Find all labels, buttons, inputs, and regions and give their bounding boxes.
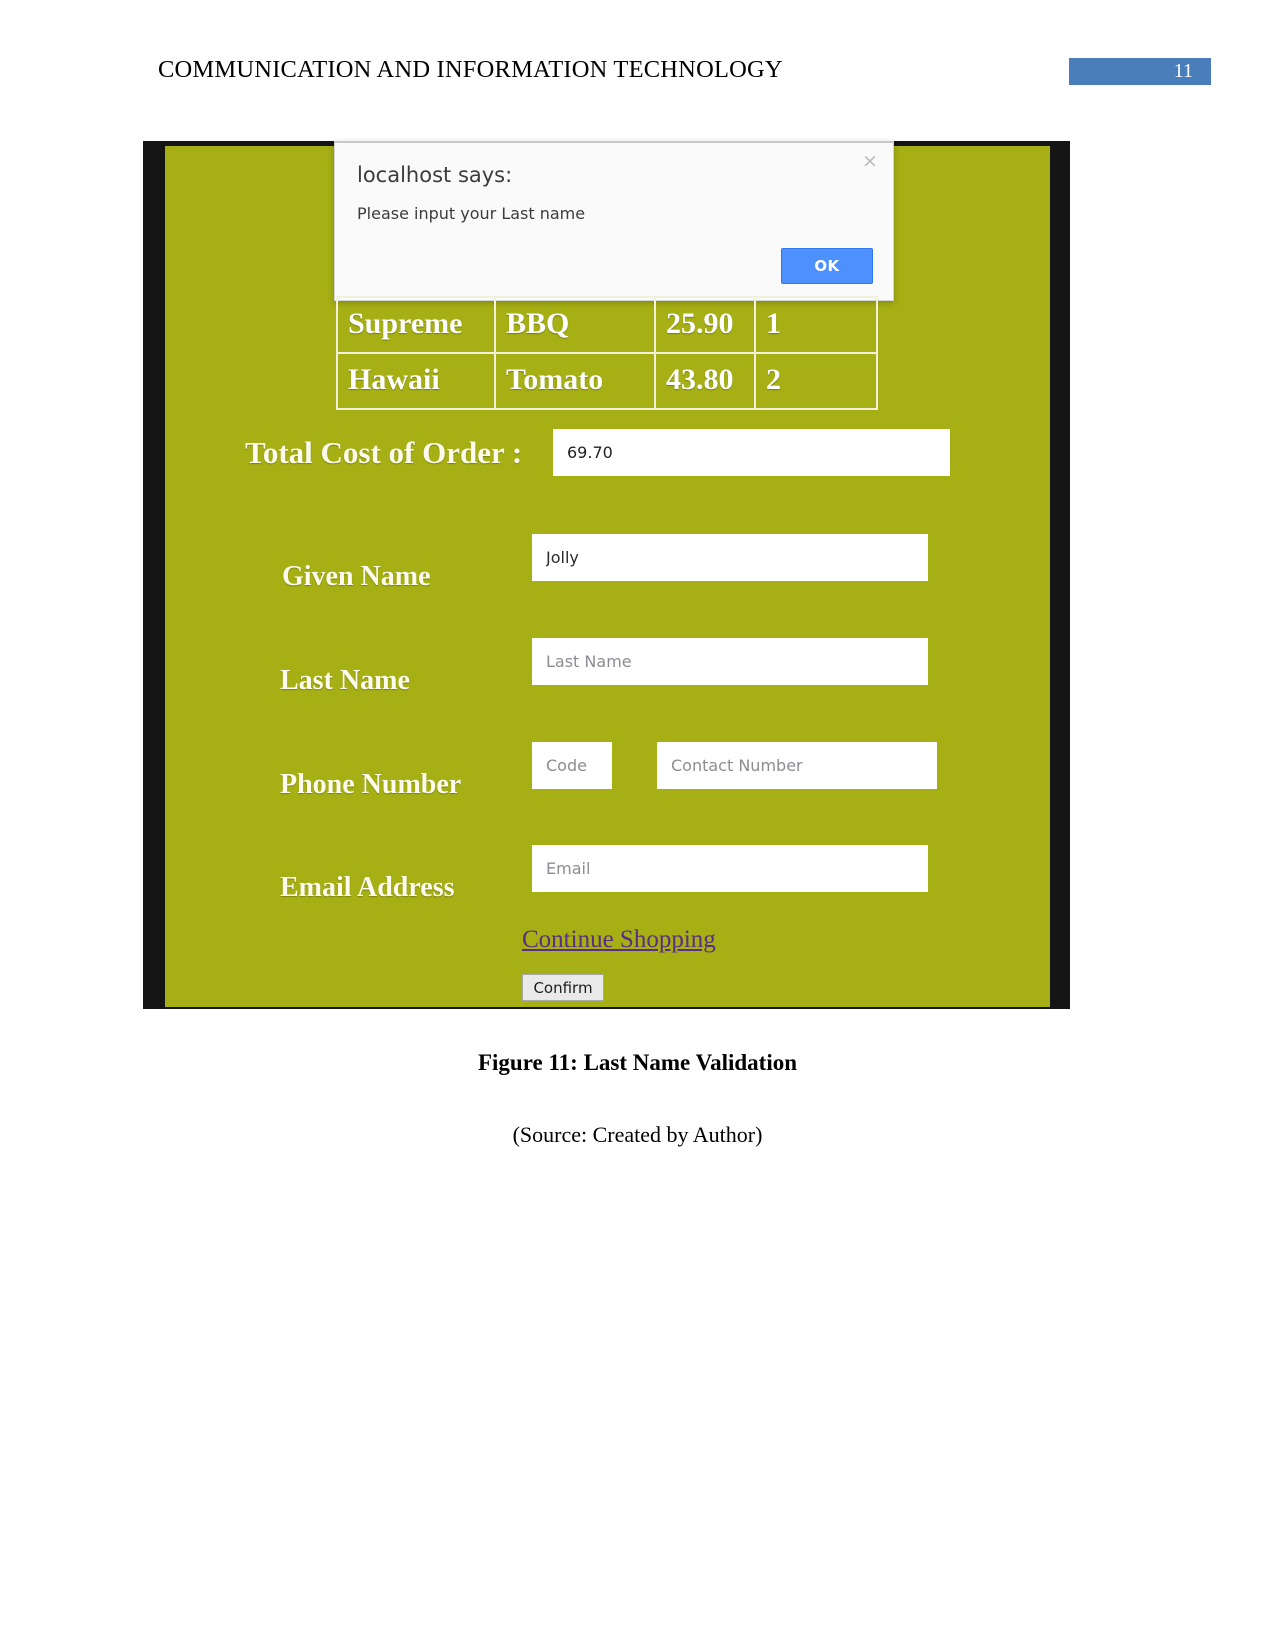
cell-topping: BBQ	[494, 296, 656, 354]
cell-pizza: Hawaii	[336, 352, 496, 410]
close-icon[interactable]: ×	[859, 150, 881, 172]
total-cost-label: Total Cost of Order :	[245, 435, 523, 470]
cell-price: 43.80	[654, 352, 756, 410]
given-name-label: Given Name	[282, 561, 431, 592]
email-field[interactable]	[532, 845, 928, 892]
document-header: COMMUNICATION AND INFORMATION TECHNOLOGY…	[0, 0, 1275, 120]
email-address-label: Email Address	[280, 872, 455, 903]
confirm-button[interactable]: Confirm	[522, 974, 604, 1001]
phone-number-label: Phone Number	[280, 769, 462, 800]
given-name-input[interactable]	[532, 534, 928, 581]
cell-qty: 2	[754, 352, 878, 410]
page-number-text: 11	[1173, 60, 1193, 82]
table-row: Hawaii Tomato 43.80 2	[336, 352, 878, 410]
contact-number-input[interactable]	[657, 742, 937, 789]
cell-topping: Tomato	[494, 352, 656, 410]
order-table: Supreme BBQ 25.90 1 Hawaii Tomato 43.80 …	[336, 296, 878, 410]
page-title: COMMUNICATION AND INFORMATION TECHNOLOGY	[158, 56, 783, 83]
page-number-badge: 11	[1069, 58, 1211, 85]
last-name-input[interactable]	[532, 638, 928, 685]
document-page: COMMUNICATION AND INFORMATION TECHNOLOGY…	[0, 0, 1275, 1650]
cell-qty: 1	[754, 296, 878, 354]
cell-pizza: Supreme	[336, 296, 496, 354]
last-name-label: Last Name	[280, 665, 410, 696]
alert-top-divider	[335, 141, 893, 143]
figure-source-note: (Source: Created by Author)	[512, 1122, 763, 1147]
cell-price: 25.90	[654, 296, 756, 354]
phone-code-input[interactable]	[532, 742, 612, 789]
table-row: Supreme BBQ 25.90 1	[336, 296, 878, 354]
continue-shopping-link[interactable]: Continue Shopping	[522, 926, 716, 954]
alert-origin-label: localhost says:	[357, 163, 513, 187]
browser-alert-dialog: localhost says: Please input your Last n…	[334, 141, 894, 301]
figure-caption: Figure 11: Last Name Validation	[477, 1050, 798, 1075]
embedded-screenshot: localhost says: Please input your Last n…	[143, 141, 1070, 1009]
alert-message: Please input your Last name	[357, 204, 586, 223]
total-cost-input[interactable]	[553, 429, 950, 476]
alert-ok-button[interactable]: OK	[781, 248, 873, 284]
